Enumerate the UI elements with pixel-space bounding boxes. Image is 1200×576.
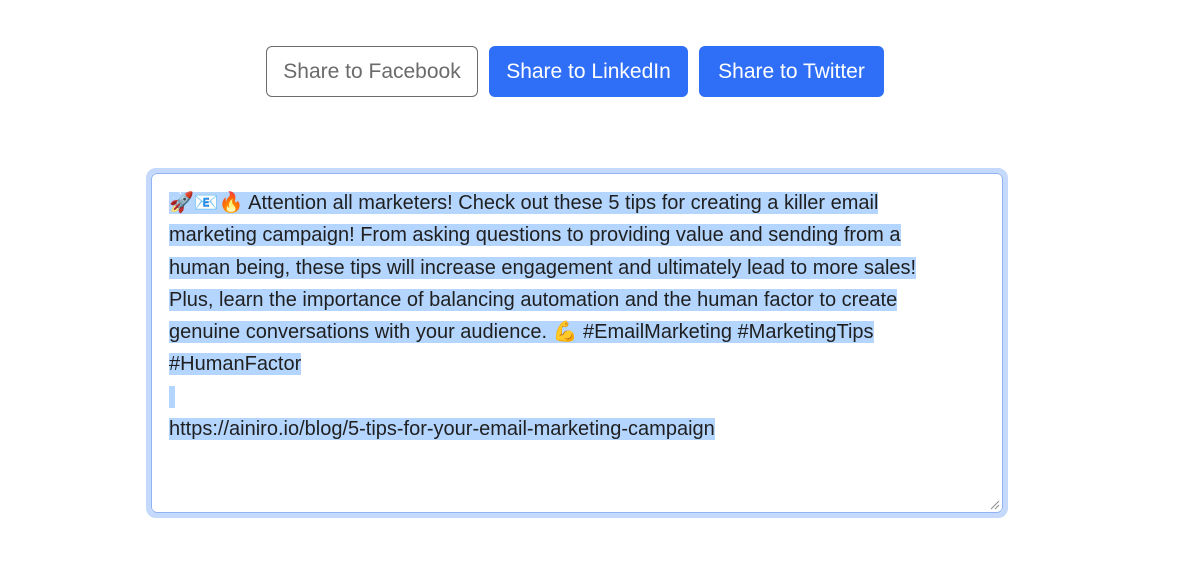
share-to-twitter-button[interactable]: Share to Twitter	[699, 46, 884, 97]
post-line: #HumanFactor	[169, 353, 302, 376]
post-link-line: https://ainiro.io/blog/5-tips-for-your-e…	[169, 418, 715, 441]
post-line: marketing campaign! From asking question…	[169, 224, 901, 247]
post-textarea-focus-ring: 🚀📧🔥 Attention all marketers! Check out t…	[146, 168, 1008, 518]
share-button-group: Share to Facebook Share to LinkedIn Shar…	[266, 46, 884, 97]
post-text: 🚀📧🔥 Attention all marketers! Check out t…	[169, 187, 969, 445]
post-textarea[interactable]: 🚀📧🔥 Attention all marketers! Check out t…	[151, 173, 1003, 513]
post-line: human being, these tips will increase en…	[169, 256, 917, 279]
post-line: Plus, learn the importance of balancing …	[169, 288, 898, 311]
share-to-linkedin-button[interactable]: Share to LinkedIn	[489, 46, 688, 97]
post-blank-line	[169, 385, 175, 408]
post-line: genuine conversations with your audience…	[169, 321, 874, 344]
share-page: Share to Facebook Share to LinkedIn Shar…	[0, 0, 1200, 576]
post-line: 🚀📧🔥 Attention all marketers! Check out t…	[169, 192, 879, 214]
share-to-facebook-button[interactable]: Share to Facebook	[266, 46, 478, 97]
resize-handle-icon[interactable]	[990, 500, 1000, 510]
